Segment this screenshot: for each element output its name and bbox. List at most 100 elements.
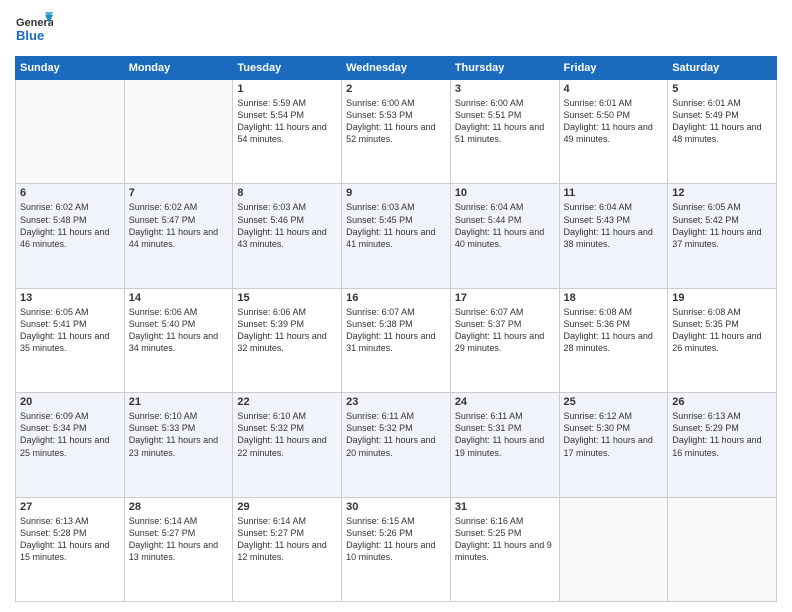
header: General Blue — [15, 10, 777, 48]
day-number: 25 — [564, 396, 664, 408]
cell-info: Sunrise: 6:13 AMSunset: 5:28 PMDaylight:… — [20, 516, 109, 562]
day-number: 29 — [237, 501, 337, 513]
day-number: 6 — [20, 187, 120, 199]
day-number: 26 — [672, 396, 772, 408]
calendar-cell: 24 Sunrise: 6:11 AMSunset: 5:31 PMDayligh… — [450, 393, 559, 497]
cell-info: Sunrise: 5:59 AMSunset: 5:54 PMDaylight:… — [237, 98, 326, 144]
cell-info: Sunrise: 6:14 AMSunset: 5:27 PMDaylight:… — [129, 516, 218, 562]
calendar-cell: 29 Sunrise: 6:14 AMSunset: 5:27 PMDayligh… — [233, 497, 342, 601]
week-row-4: 20 Sunrise: 6:09 AMSunset: 5:34 PMDayligh… — [16, 393, 777, 497]
calendar-cell: 5Sunrise: 6:01 AMSunset: 5:49 PMDaylight… — [668, 80, 777, 184]
calendar-cell: 31Sunrise: 6:16 AMSunset: 5:25 PMDayligh… — [450, 497, 559, 601]
calendar-cell: 2 Sunrise: 6:00 AMSunset: 5:53 PMDaylight… — [342, 80, 451, 184]
calendar-cell: 26 Sunrise: 6:13 AMSunset: 5:29 PMDayligh… — [668, 393, 777, 497]
day-number: 23 — [346, 396, 446, 408]
day-number: 20 — [20, 396, 120, 408]
weekday-thursday: Thursday — [450, 57, 559, 80]
calendar-cell: 27 Sunrise: 6:13 AMSunset: 5:28 PMDayligh… — [16, 497, 125, 601]
calendar-cell: 25 Sunrise: 6:12 AMSunset: 5:30 PMDayligh… — [559, 393, 668, 497]
cell-info: Sunrise: 6:06 AMSunset: 5:40 PMDaylight:… — [129, 307, 218, 353]
day-number: 19 — [672, 292, 772, 304]
cell-info: Sunrise: 6:04 AMSunset: 5:44 PMDaylight:… — [455, 202, 544, 248]
weekday-friday: Friday — [559, 57, 668, 80]
calendar-cell — [124, 80, 233, 184]
cell-info: Sunrise: 6:11 AMSunset: 5:32 PMDaylight:… — [346, 411, 435, 457]
calendar-cell: 22Sunrise: 6:10 AMSunset: 5:32 PMDayligh… — [233, 393, 342, 497]
week-row-1: 1 Sunrise: 5:59 AMSunset: 5:54 PMDaylight… — [16, 80, 777, 184]
calendar-cell: 13Sunrise: 6:05 AMSunset: 5:41 PMDayligh… — [16, 288, 125, 392]
calendar-cell: 6 Sunrise: 6:02 AMSunset: 5:48 PMDaylight… — [16, 184, 125, 288]
cell-info: Sunrise: 6:01 AMSunset: 5:50 PMDaylight:… — [564, 98, 653, 144]
logo-svg: General Blue — [15, 10, 53, 48]
calendar-cell: 15 Sunrise: 6:06 AMSunset: 5:39 PMDayligh… — [233, 288, 342, 392]
calendar-cell: 23 Sunrise: 6:11 AMSunset: 5:32 PMDayligh… — [342, 393, 451, 497]
day-number: 16 — [346, 292, 446, 304]
weekday-sunday: Sunday — [16, 57, 125, 80]
day-number: 31 — [455, 501, 555, 513]
day-number: 21 — [129, 396, 229, 408]
cell-info: Sunrise: 6:04 AMSunset: 5:43 PMDaylight:… — [564, 202, 653, 248]
day-number: 30 — [346, 501, 446, 513]
calendar-cell: 16 Sunrise: 6:07 AMSunset: 5:38 PMDayligh… — [342, 288, 451, 392]
calendar-cell: 28 Sunrise: 6:14 AMSunset: 5:27 PMDayligh… — [124, 497, 233, 601]
calendar-cell: 14 Sunrise: 6:06 AMSunset: 5:40 PMDayligh… — [124, 288, 233, 392]
cell-info: Sunrise: 6:03 AMSunset: 5:46 PMDaylight:… — [237, 202, 326, 248]
calendar-cell: 12 Sunrise: 6:05 AMSunset: 5:42 PMDayligh… — [668, 184, 777, 288]
cell-info: Sunrise: 6:03 AMSunset: 5:45 PMDaylight:… — [346, 202, 435, 248]
calendar-table: SundayMondayTuesdayWednesdayThursdayFrid… — [15, 56, 777, 602]
weekday-saturday: Saturday — [668, 57, 777, 80]
weekday-monday: Monday — [124, 57, 233, 80]
day-number: 5 — [672, 83, 772, 95]
cell-info: Sunrise: 6:14 AMSunset: 5:27 PMDaylight:… — [237, 516, 326, 562]
day-number: 27 — [20, 501, 120, 513]
week-row-3: 13Sunrise: 6:05 AMSunset: 5:41 PMDayligh… — [16, 288, 777, 392]
cell-info: Sunrise: 6:02 AMSunset: 5:48 PMDaylight:… — [20, 202, 109, 248]
week-row-5: 27 Sunrise: 6:13 AMSunset: 5:28 PMDayligh… — [16, 497, 777, 601]
day-number: 4 — [564, 83, 664, 95]
weekday-tuesday: Tuesday — [233, 57, 342, 80]
cell-info: Sunrise: 6:11 AMSunset: 5:31 PMDaylight:… — [455, 411, 544, 457]
day-number: 12 — [672, 187, 772, 199]
cell-info: Sunrise: 6:07 AMSunset: 5:37 PMDaylight:… — [455, 307, 544, 353]
cell-info: Sunrise: 6:09 AMSunset: 5:34 PMDaylight:… — [20, 411, 109, 457]
logo: General Blue — [15, 10, 53, 48]
calendar-cell: 3Sunrise: 6:00 AMSunset: 5:51 PMDaylight… — [450, 80, 559, 184]
cell-info: Sunrise: 6:00 AMSunset: 5:53 PMDaylight:… — [346, 98, 435, 144]
cell-info: Sunrise: 6:10 AMSunset: 5:32 PMDaylight:… — [237, 411, 326, 457]
cell-info: Sunrise: 6:08 AMSunset: 5:35 PMDaylight:… — [672, 307, 761, 353]
cell-info: Sunrise: 6:05 AMSunset: 5:41 PMDaylight:… — [20, 307, 109, 353]
cell-info: Sunrise: 6:13 AMSunset: 5:29 PMDaylight:… — [672, 411, 761, 457]
calendar-cell: 21 Sunrise: 6:10 AMSunset: 5:33 PMDayligh… — [124, 393, 233, 497]
day-number: 2 — [346, 83, 446, 95]
cell-info: Sunrise: 6:05 AMSunset: 5:42 PMDaylight:… — [672, 202, 761, 248]
calendar-cell: 8Sunrise: 6:03 AMSunset: 5:46 PMDaylight… — [233, 184, 342, 288]
day-number: 9 — [346, 187, 446, 199]
cell-info: Sunrise: 6:06 AMSunset: 5:39 PMDaylight:… — [237, 307, 326, 353]
calendar-cell: 19 Sunrise: 6:08 AMSunset: 5:35 PMDayligh… — [668, 288, 777, 392]
cell-info: Sunrise: 6:12 AMSunset: 5:30 PMDaylight:… — [564, 411, 653, 457]
cell-info: Sunrise: 6:08 AMSunset: 5:36 PMDaylight:… — [564, 307, 653, 353]
calendar-cell: 10Sunrise: 6:04 AMSunset: 5:44 PMDayligh… — [450, 184, 559, 288]
day-number: 1 — [237, 83, 337, 95]
cell-info: Sunrise: 6:07 AMSunset: 5:38 PMDaylight:… — [346, 307, 435, 353]
day-number: 28 — [129, 501, 229, 513]
calendar-cell: 18 Sunrise: 6:08 AMSunset: 5:36 PMDayligh… — [559, 288, 668, 392]
calendar-cell: 4 Sunrise: 6:01 AMSunset: 5:50 PMDaylight… — [559, 80, 668, 184]
day-number: 15 — [237, 292, 337, 304]
calendar-cell — [16, 80, 125, 184]
calendar-cell: 11 Sunrise: 6:04 AMSunset: 5:43 PMDayligh… — [559, 184, 668, 288]
day-number: 18 — [564, 292, 664, 304]
calendar-cell: 1 Sunrise: 5:59 AMSunset: 5:54 PMDaylight… — [233, 80, 342, 184]
calendar-cell: 7 Sunrise: 6:02 AMSunset: 5:47 PMDaylight… — [124, 184, 233, 288]
calendar-cell: 9 Sunrise: 6:03 AMSunset: 5:45 PMDaylight… — [342, 184, 451, 288]
cell-info: Sunrise: 6:02 AMSunset: 5:47 PMDaylight:… — [129, 202, 218, 248]
svg-text:Blue: Blue — [16, 28, 44, 43]
day-number: 24 — [455, 396, 555, 408]
week-row-2: 6 Sunrise: 6:02 AMSunset: 5:48 PMDaylight… — [16, 184, 777, 288]
day-number: 11 — [564, 187, 664, 199]
day-number: 7 — [129, 187, 229, 199]
day-number: 14 — [129, 292, 229, 304]
cell-info: Sunrise: 6:00 AMSunset: 5:51 PMDaylight:… — [455, 98, 544, 144]
calendar-cell — [559, 497, 668, 601]
cell-info: Sunrise: 6:10 AMSunset: 5:33 PMDaylight:… — [129, 411, 218, 457]
